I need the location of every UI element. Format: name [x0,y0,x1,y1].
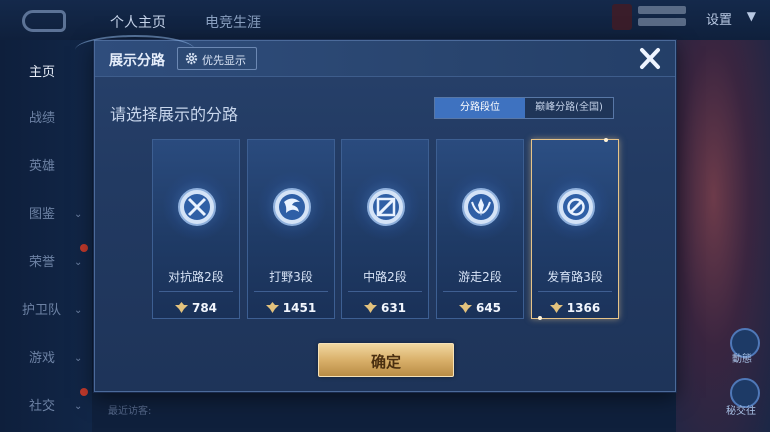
lane-score: 1451 [282,301,317,315]
red-dot-badge [80,244,88,252]
sidebar-item-home[interactable]: 主页 [0,58,92,88]
jungle-icon [273,188,311,226]
selected-corner-marker [538,316,542,320]
lane-score: 631 [380,301,407,315]
chevron-down-icon[interactable]: ▼ [747,9,756,23]
chevron-down-icon: ⌄ [74,305,83,316]
status-bars [638,6,686,28]
lane-score: 784 [191,301,218,315]
sidebar: 主页 战绩 英雄 图鉴 ⌄ 荣誉 ⌄ 护卫队 ⌄ 游戏 ⌄ 社交 ⌄ [0,40,92,432]
lane-mode-segmented-control: 分路段位 巅峰分路(全国) [434,97,614,119]
sidebar-item-record[interactable]: 战绩 [0,104,92,134]
tab-profile[interactable]: 个人主页 [110,12,166,32]
selected-corner-marker [604,138,608,142]
chevron-down-icon: ⌄ [74,257,83,268]
confirm-button[interactable]: 确定 [318,343,454,377]
lane-name: 打野3段 [269,270,313,284]
lane-card-roam[interactable]: 游走2段 645 [436,139,524,319]
red-dot-badge [80,388,88,396]
chevron-down-icon: ⌄ [74,209,83,220]
bottom-strip [92,392,676,432]
score-row: 1451 [248,297,334,316]
recent-visitors-label: 最近访客: [108,406,152,417]
divider [159,291,233,292]
lane-display-dialog: 展示分路 优先显示 请选择展示的分路 分路段位 巅峰分路(全国) 对抗路2段 7… [75,35,676,392]
priority-display-button[interactable]: 优先显示 [177,47,257,70]
chevron-down-icon: ⌄ [74,401,83,412]
farm-lane-icon [557,188,595,226]
sidebar-item-heroes[interactable]: 英雄 [0,152,92,182]
rank-points-icon [549,302,563,313]
clash-lane-icon [178,188,216,226]
hero-artwork: 動態 秘交往 [676,40,770,432]
settings-button[interactable]: 设置 [706,9,732,28]
lane-card-clash[interactable]: 对抗路2段 784 [152,139,240,319]
rank-points-icon [458,302,472,313]
lane-name: 对抗路2段 [168,270,224,284]
lane-name: 游走2段 [458,270,502,284]
lane-name: 中路2段 [363,270,407,284]
lane-score: 645 [475,301,502,315]
segment-lane-rank[interactable]: 分路段位 [435,98,525,118]
lane-card-mid[interactable]: 中路2段 631 [341,139,429,319]
score-row: 784 [153,297,239,316]
mid-lane-icon [367,188,405,226]
rank-points-icon [363,302,377,313]
segment-peak-lane[interactable]: 巅峰分路(全国) [525,98,613,118]
lane-name: 发育路3段 [547,270,603,284]
lane-card-jungle[interactable]: 打野3段 1451 [247,139,335,319]
gear-icon [185,52,198,65]
lane-score: 1366 [566,301,601,315]
tab-esports-career[interactable]: 电竞生涯 [205,12,261,32]
roam-icon [462,188,500,226]
close-icon[interactable] [635,45,665,73]
divider [348,291,422,292]
dialog-subtitle: 请选择展示的分路 [110,105,239,124]
dialog-header: 展示分路 优先显示 [75,35,675,77]
top-bar: 个人主页 电竞生涯 设置 ▼ [0,0,770,40]
score-row: 645 [437,297,523,316]
chevron-down-icon: ⌄ [74,353,83,364]
notification-badge-icon[interactable] [612,4,632,30]
priority-display-label: 优先显示 [202,54,246,67]
divider [443,291,517,292]
dynamic-button-label: 動態 [732,354,752,365]
divider [254,291,328,292]
divider [538,291,612,292]
rank-points-icon [265,302,279,313]
dialog-title: 展示分路 [109,53,165,69]
back-button[interactable] [22,10,66,32]
rank-points-icon [174,302,188,313]
score-row: 631 [342,297,428,316]
confirm-button-label: 确定 [370,353,401,371]
social-button-label: 秘交往 [726,406,756,417]
lane-card-farm[interactable]: 发育路3段 1366 [531,138,619,320]
score-row: 1366 [532,297,618,316]
